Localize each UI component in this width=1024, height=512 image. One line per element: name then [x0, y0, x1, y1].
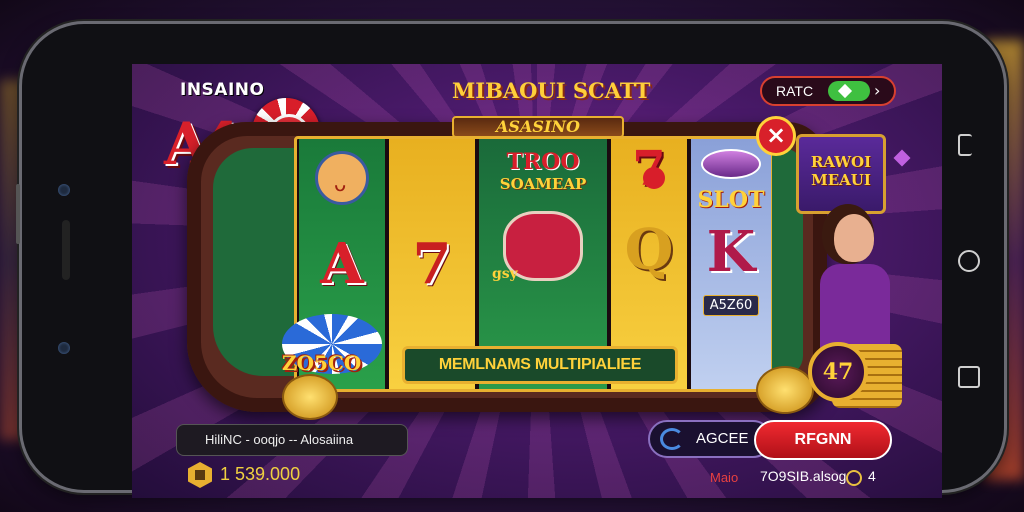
coin-badge: 47 — [808, 342, 868, 402]
casino-plaque: ASASINO — [452, 116, 624, 138]
reel-title: TROO — [506, 149, 580, 175]
coin-icon — [282, 374, 338, 420]
speaker-grille — [62, 220, 70, 280]
chevron-right-icon[interactable]: › — [874, 81, 880, 100]
game-title: MIBAOUI SCATT — [452, 78, 651, 103]
swirl-icon — [660, 428, 684, 450]
balance-value: 1 539.000 — [220, 464, 301, 484]
phone-frame: INSAINO A4 MIBAOUI SCATT RATC › ASASINO … — [16, 24, 1004, 498]
coin-icon — [756, 366, 814, 414]
cherry-icon — [643, 167, 665, 189]
coin-count-icon — [846, 470, 862, 486]
sensor — [58, 342, 70, 354]
brand-name: INSAINO — [180, 80, 265, 100]
disc-symbol-icon — [701, 149, 761, 179]
mascot-symbol-icon — [315, 151, 369, 205]
reel-symbol: A — [320, 231, 364, 297]
dealer-head — [834, 214, 874, 262]
game-info-bar: HiliNC - ooqjo -- Alosaiina — [176, 424, 408, 456]
android-nav-bar — [956, 134, 982, 394]
bonus-line-2: MEAUI — [811, 171, 871, 189]
recents-icon[interactable] — [958, 366, 980, 388]
pig-label: gsy — [492, 266, 518, 282]
reel-subtitle: SOAMEAP — [499, 175, 587, 193]
back-icon[interactable] — [958, 134, 972, 156]
reel-title: SLOT — [697, 187, 765, 213]
chip-score: ZO5CO — [282, 351, 362, 375]
game-screen: INSAINO A4 MIBAOUI SCATT RATC › ASASINO … — [132, 64, 942, 498]
rate-label: RATC — [776, 83, 814, 99]
bonus-tile[interactable]: RAWOI MEAUI — [796, 134, 886, 214]
reel-value: A5Z60 — [702, 295, 760, 316]
reel-symbol: 7 — [412, 231, 452, 297]
reel-symbol: Q — [624, 217, 674, 283]
pig-symbol-icon: gsy — [492, 211, 583, 282]
toggle-switch[interactable] — [828, 81, 870, 101]
home-icon[interactable] — [958, 250, 980, 272]
multiplier-banner: MEMLNAMS MULTIPIALIEE — [402, 346, 678, 384]
coin-count: 4 — [868, 468, 876, 484]
volume-button — [16, 184, 20, 244]
front-camera — [58, 184, 70, 196]
spin-button[interactable]: RFGNN — [754, 420, 892, 460]
close-button[interactable]: × — [756, 116, 796, 156]
reel-5: SLOT K A5Z60 — [691, 139, 771, 389]
rate-toggle-pill[interactable]: RATC › — [760, 76, 896, 106]
reel-symbol: K — [706, 219, 756, 285]
status-text: 7O9SIB.alsog — [760, 468, 847, 484]
bonus-line-1: RAWOI — [810, 153, 872, 171]
small-label: Maio — [710, 470, 739, 485]
